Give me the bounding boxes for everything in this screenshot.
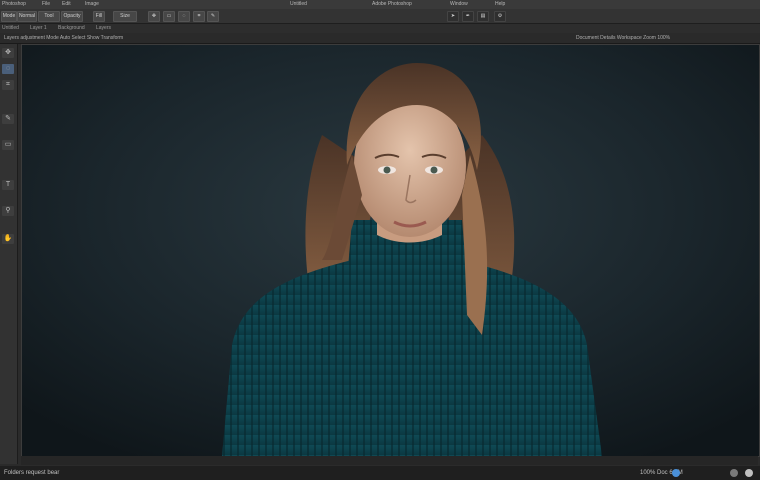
canvas[interactable]	[21, 44, 760, 457]
user-icon[interactable]	[745, 469, 753, 477]
move-icon[interactable]: ✥	[148, 11, 160, 22]
document-icon[interactable]: ▤	[477, 11, 489, 22]
info-bar: Layers adjustment Mode Auto Select Show …	[0, 33, 760, 44]
status-text: Folders request bear	[4, 470, 60, 476]
menu-item-window[interactable]: Window	[450, 0, 468, 9]
tab-layers[interactable]: Layers	[96, 24, 111, 33]
tab-layer[interactable]: Layer 1	[30, 24, 47, 33]
tools-panel: ✥ ◌ ⌗ ✎ ▭ T ⚲ ✋	[0, 44, 18, 464]
lasso-icon[interactable]: ◌	[2, 64, 14, 74]
crop-icon[interactable]: ⌗	[2, 80, 14, 90]
fill-button[interactable]: Fill	[93, 11, 105, 22]
menu-item-edit[interactable]: Edit	[62, 0, 71, 9]
tab-background[interactable]: Background	[58, 24, 85, 33]
brush-icon[interactable]: ✎	[207, 11, 219, 22]
lasso-icon[interactable]: ◌	[178, 11, 190, 22]
menu-item-file[interactable]: File	[42, 0, 50, 9]
network-icon[interactable]	[672, 469, 680, 477]
menu-item-image[interactable]: Image	[85, 0, 99, 9]
menu-item-app-name[interactable]: Adobe Photoshop	[372, 0, 412, 9]
arrow-icon[interactable]: ➤	[447, 11, 459, 22]
window-title: Untitled	[290, 1, 307, 7]
photo-image	[22, 45, 759, 456]
info-right: Document Details Workspace Zoom 100%	[576, 35, 671, 41]
marquee-icon[interactable]: ▭	[163, 11, 175, 22]
document-tabs: Untitled Layer 1 Background Layers	[0, 24, 760, 33]
hand-icon[interactable]: ✋	[2, 234, 14, 244]
zoom-icon[interactable]: ⚲	[2, 206, 14, 216]
tool-button[interactable]: Tool	[38, 11, 60, 22]
crop-icon[interactable]: ⌗	[193, 11, 205, 22]
menu-item-help[interactable]: Help	[495, 0, 505, 9]
tab-untitled[interactable]: Untitled	[2, 24, 19, 33]
pen-icon[interactable]: ✒	[462, 11, 474, 22]
status-bar: Folders request bear 100% Doc 6.2M	[0, 466, 760, 480]
opacity-button[interactable]: Opacity	[61, 11, 83, 22]
size-button[interactable]: Size	[113, 11, 137, 22]
info-left: Layers adjustment Mode Auto Select Show …	[4, 35, 124, 41]
normal-button[interactable]: Normal	[17, 11, 37, 22]
notification-icon[interactable]	[730, 469, 738, 477]
options-toolbar: Mode Normal Tool Opacity Fill Size ✥ ▭ ◌…	[0, 9, 760, 24]
text-icon[interactable]: T	[2, 180, 14, 190]
menu-item-app[interactable]: Photoshop	[2, 0, 26, 9]
mode-button[interactable]: Mode	[1, 11, 17, 22]
menu-bar: Photoshop File Edit Image Untitled Adobe…	[0, 0, 760, 9]
brush-icon[interactable]: ✎	[2, 114, 14, 124]
settings-icon[interactable]: ⚙	[494, 11, 506, 22]
canvas-footer	[21, 456, 758, 465]
eraser-icon[interactable]: ▭	[2, 140, 14, 150]
move-icon[interactable]: ✥	[2, 48, 14, 58]
